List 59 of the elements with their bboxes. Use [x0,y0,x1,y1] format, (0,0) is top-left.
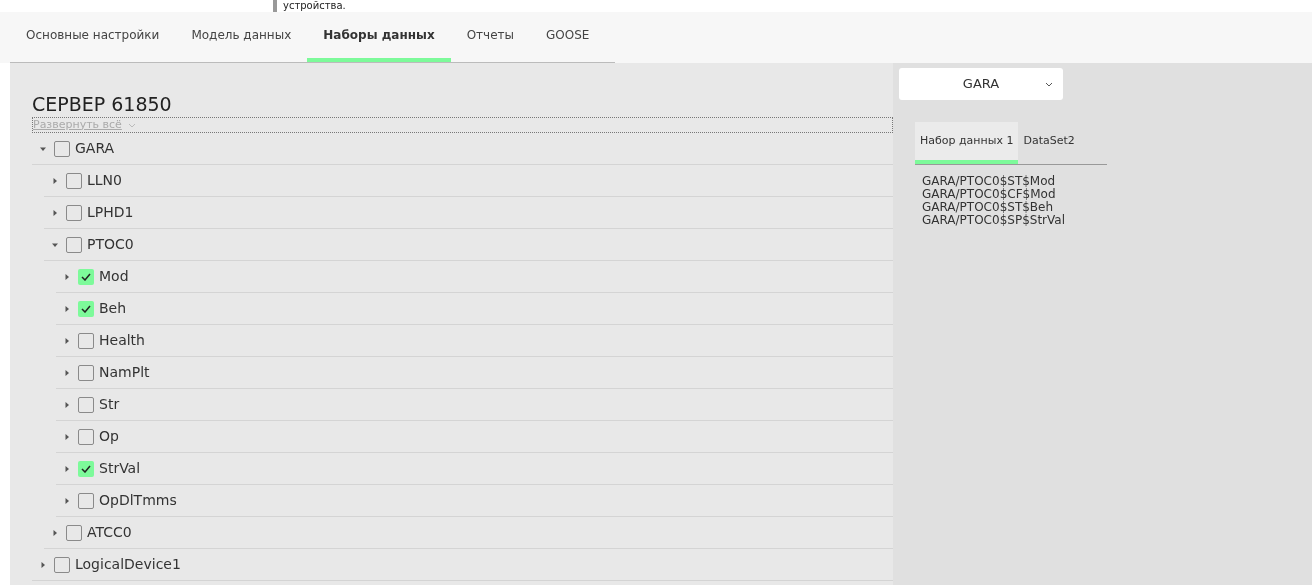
checkbox[interactable] [66,204,82,221]
checkbox[interactable] [54,140,70,157]
tree-node-label[interactable]: PTOC0 [87,234,134,255]
tree-node-label[interactable]: Mod [99,266,129,287]
checkbox[interactable] [78,300,94,317]
tree-node-label[interactable]: Health [99,330,145,351]
check-icon [81,272,91,281]
tree-node-label[interactable]: GARA [75,138,115,159]
checkbox[interactable] [78,460,94,477]
checkbox[interactable] [66,172,82,189]
checkbox[interactable] [78,332,94,349]
tree-node-label[interactable]: StrVal [99,458,141,479]
panel-title: СЕРВЕР 61850 [32,92,173,117]
tree-node-label[interactable]: LogicalDevice1 [75,554,181,575]
checkbox[interactable] [66,524,82,541]
tree-node-label[interactable]: Beh [99,298,127,319]
dataset-entry: GARA/PTOC0$CF$Mod [922,188,1057,201]
dataset-entry: GARA/PTOC0$ST$Mod [922,175,1057,188]
dataset-entry: GARA/PTOC0$SP$StrVal [922,214,1066,227]
tree-node-label[interactable]: LPHD1 [87,202,134,223]
caret-right-icon[interactable] [64,337,70,344]
dataset-tab[interactable]: DataSet2 [1018,122,1080,164]
check-icon [81,464,91,473]
chevron-down-icon [127,122,136,128]
checkbox[interactable] [78,396,94,413]
caret-right-icon[interactable] [52,177,58,184]
caret-right-icon[interactable] [64,305,70,312]
chevron-down-icon [1045,81,1053,87]
tree-node-label[interactable]: ATCC0 [87,522,132,543]
check-icon [81,304,91,313]
caret-down-icon[interactable] [40,145,46,152]
dataset-entry: GARA/PTOC0$ST$Beh [922,201,1055,214]
tree-node-label[interactable]: LLN0 [87,170,122,191]
caret-right-icon[interactable] [40,561,46,568]
caret-right-icon[interactable] [64,433,70,440]
tab[interactable]: GOOSE [530,12,606,62]
tree-node-label[interactable]: OpDlTmms [99,490,177,511]
caret-right-icon[interactable] [64,401,70,408]
checkbox[interactable] [78,268,94,285]
tree-node-label[interactable]: Str [99,394,120,415]
caret-right-icon[interactable] [64,273,70,280]
caret-right-icon[interactable] [52,529,58,536]
caret-right-icon[interactable] [64,369,70,376]
checkbox[interactable] [78,364,94,381]
tree-node-label[interactable]: Op [99,426,119,447]
checkbox[interactable] [66,236,82,253]
checkbox[interactable] [78,428,94,445]
caret-right-icon[interactable] [52,209,58,216]
dataset-tab[interactable]: Набор данных 1 [915,122,1019,164]
checkbox[interactable] [54,556,70,573]
caret-down-icon[interactable] [52,241,58,248]
tree-node-label[interactable]: NamPlt [99,362,150,383]
device-select[interactable]: GARA [899,68,1063,100]
caret-right-icon[interactable] [64,497,70,504]
tab[interactable]: Модель данных [175,12,308,62]
caret-right-icon[interactable] [64,465,70,472]
checkbox[interactable] [78,492,94,509]
tab[interactable]: Основные настройки [10,12,176,62]
tab[interactable]: Отчеты [450,12,530,62]
